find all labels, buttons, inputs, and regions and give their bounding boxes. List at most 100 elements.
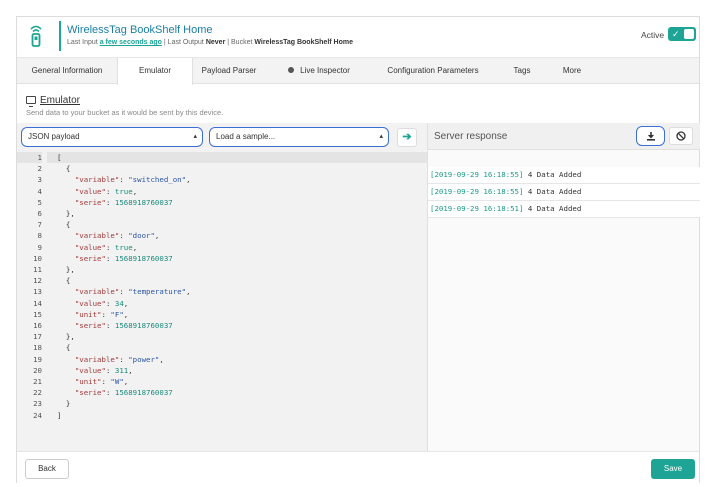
response-entry: [2019-09-29 16:18:55] 4 Data Added — [428, 167, 700, 184]
tab-emulator[interactable]: Emulator — [117, 58, 193, 85]
payload-type-select[interactable]: JSON payload ▴ — [21, 127, 203, 147]
code-line: "value": 34, — [74, 298, 129, 308]
active-toggle[interactable]: ✓ — [668, 27, 696, 41]
footer-bar: Back Save — [17, 451, 699, 483]
tab-tags[interactable]: Tags — [505, 58, 539, 84]
save-button[interactable]: Save — [651, 459, 695, 479]
line-number: 10 — [33, 253, 42, 263]
payload-editor[interactable]: 1 2 3 4 5 6 7 8 9 10 11 12 13 14 15 16 17 18 19 20 21 22 23 24 … — [17, 151, 427, 451]
code-line: "serie": 1568918760037 — [74, 197, 173, 207]
section-subtitle: Send data to your bucket as it would be … — [26, 108, 224, 117]
tab-live-inspector[interactable]: Live Inspector — [279, 58, 359, 84]
last-output-value: Never — [205, 39, 226, 46]
section-title-text: Emulator — [40, 95, 81, 106]
clear-icon — [676, 131, 686, 141]
code-line: "value": true, — [74, 186, 138, 196]
last-output-label: Last Output — [167, 39, 204, 46]
line-number: 19 — [33, 354, 42, 364]
response-entry: [2019-09-29 16:18:55] 4 Data Added — [428, 184, 700, 201]
line-number: 23 — [33, 399, 42, 409]
line-number: 24 — [33, 410, 42, 420]
select-caret-icon: ▴ — [193, 133, 197, 140]
last-input-value[interactable]: a few seconds ago — [100, 39, 162, 46]
download-button[interactable] — [636, 126, 665, 146]
device-title: WirelessTag BookShelf Home — [67, 24, 213, 36]
current-line-highlight — [47, 152, 427, 164]
tab-label: Tags — [513, 66, 531, 75]
line-number-gutter: 1 2 3 4 5 6 7 8 9 10 11 12 13 14 15 16 17 18 19 20 21 22 23 24 — [17, 151, 47, 451]
code-line: [ — [57, 153, 62, 162]
tab-label: Emulator — [138, 66, 171, 75]
code-line: "value": 311, — [74, 365, 133, 375]
line-number: 3 — [37, 175, 42, 185]
code-line: }, — [57, 265, 75, 274]
response-entry: [2019-09-29 16:18:51] 4 Data Added — [428, 201, 700, 218]
tab-label: More — [562, 66, 582, 75]
tab-general-information[interactable]: General Information — [17, 58, 117, 84]
code-line: "value": true, — [74, 242, 138, 252]
code-line: { — [57, 343, 71, 353]
bucket-link[interactable]: WirelessTag BookShelf Home — [254, 39, 353, 46]
line-number: 8 — [37, 231, 42, 241]
code-line: "serie": 1568918760037 — [74, 321, 173, 330]
live-dot-icon — [288, 67, 295, 73]
tab-label: Payload Parser — [201, 66, 257, 75]
send-payload-button[interactable]: ➔ — [397, 128, 417, 147]
code-line: }, — [57, 332, 75, 342]
last-input-label: Last Input — [67, 39, 98, 46]
line-number: 22 — [33, 388, 42, 398]
line-number: 11 — [33, 265, 42, 274]
tab-label: Configuration Parameters — [387, 66, 479, 75]
bucket-label: Bucket — [231, 39, 253, 46]
response-timestamp: [2019-09-29 16:18:55] — [430, 170, 524, 179]
check-icon: ✓ — [672, 29, 680, 39]
load-sample-value: Load a sample... — [216, 132, 276, 141]
line-number: 16 — [33, 321, 42, 330]
code-line: { — [57, 220, 71, 230]
response-message: 4 Data Added — [527, 204, 582, 213]
response-timestamp: [2019-09-29 16:18:55] — [430, 187, 524, 196]
server-response-header: Server response — [428, 123, 700, 150]
line-number: 20 — [33, 365, 42, 375]
line-number: 15 — [33, 309, 42, 319]
line-number: 13 — [33, 287, 42, 297]
response-message: 4 Data Added — [527, 187, 582, 196]
device-meta: Last Input a few seconds ago | Last Outp… — [67, 39, 353, 46]
response-message: 4 Data Added — [527, 170, 582, 179]
active-label: Active — [641, 30, 665, 40]
payload-type-value: JSON payload — [28, 132, 80, 141]
code-line: } — [57, 399, 71, 409]
arrow-right-icon: ➔ — [402, 131, 412, 143]
line-number: 6 — [37, 209, 42, 218]
line-number: 21 — [33, 377, 42, 386]
line-number: 14 — [33, 298, 42, 308]
emulator-panel: JSON payload ▴ Load a sample... ▴ ➔ 1234… — [17, 123, 427, 451]
tab-configuration-parameters[interactable]: Configuration Parameters — [377, 58, 489, 84]
tab-more[interactable]: More — [555, 58, 589, 84]
line-number: 2 — [37, 164, 42, 174]
line-number: 7 — [37, 220, 42, 230]
code-line: "unit": "W", — [74, 377, 129, 386]
code-line: "serie": 1568918760037 — [74, 388, 173, 398]
line-number: 5 — [37, 197, 42, 207]
code-line: ] — [57, 410, 62, 420]
section-title: Emulator — [26, 95, 81, 107]
select-caret-icon: ▴ — [379, 133, 383, 140]
code-line: "serie": 1568918760037 — [74, 253, 173, 263]
clear-button[interactable] — [669, 127, 693, 145]
back-button[interactable]: Back — [25, 459, 69, 479]
code-line: "variable": "temperature", — [74, 287, 191, 297]
code-line: "variable": "power", — [74, 354, 164, 364]
line-number: 4 — [37, 186, 42, 196]
code-line: "variable": "door", — [74, 231, 160, 241]
response-timestamp: [2019-09-29 16:18:51] — [430, 204, 524, 213]
line-number: 1 — [17, 152, 42, 164]
monitor-icon — [26, 96, 36, 107]
tab-payload-parser[interactable]: Payload Parser — [193, 58, 265, 84]
tab-bar: General Information Emulator Payload Par… — [17, 57, 699, 85]
load-sample-select[interactable]: Load a sample... ▴ — [209, 127, 389, 147]
code-line: }, — [57, 209, 75, 218]
code-line: "unit": "F", — [74, 309, 129, 319]
header-divider — [59, 21, 61, 51]
line-number: 12 — [33, 276, 42, 286]
